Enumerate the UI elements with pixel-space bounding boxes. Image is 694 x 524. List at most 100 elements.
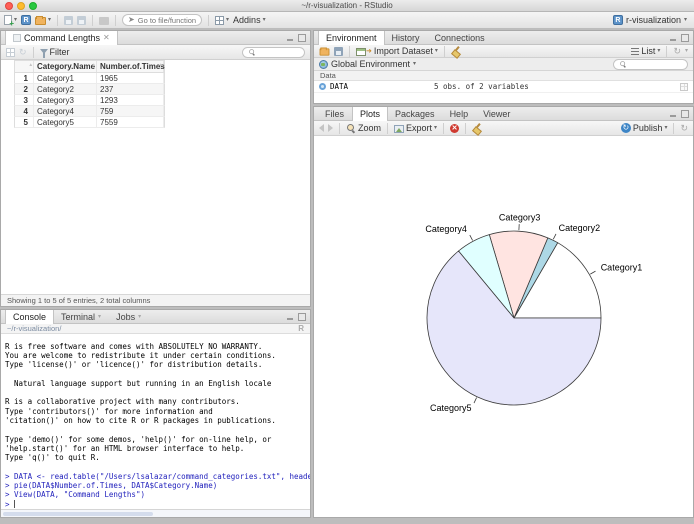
- object-summary: 5 obs. of 2 variables: [434, 82, 676, 91]
- list-view-button[interactable]: List ▾: [631, 46, 660, 56]
- clear-objects-broom-icon[interactable]: [451, 46, 461, 56]
- row-number: 2: [15, 84, 34, 94]
- viewer-search-box[interactable]: [242, 47, 305, 58]
- close-icon[interactable]: ✕: [103, 34, 110, 42]
- load-workspace-icon[interactable]: [320, 48, 330, 55]
- zoom-plot-button[interactable]: Zoom: [346, 123, 381, 133]
- tab-connections[interactable]: Connections: [428, 31, 493, 44]
- list-label: List: [641, 46, 655, 56]
- plots-tab-label: Plots: [360, 109, 380, 119]
- environment-search-box[interactable]: [613, 59, 688, 70]
- goto-arrow-icon: ➤: [128, 16, 135, 24]
- chevron-down-icon: ▾: [48, 17, 51, 23]
- chevron-down-icon: ▾: [14, 17, 17, 23]
- project-selector[interactable]: R r-visualization ▾: [613, 15, 690, 25]
- plots-pane: Files Plots Packages Help Viewer Zoom Ex: [313, 106, 694, 518]
- minimize-pane-button[interactable]: [286, 34, 294, 42]
- plots-tabstrip: Files Plots Packages Help Viewer: [314, 107, 693, 121]
- tab-plots[interactable]: Plots: [352, 107, 388, 121]
- column-header[interactable]: ▴Category.Name: [34, 61, 97, 72]
- export-image-icon: [394, 125, 404, 133]
- table-body: 1Category119652Category22373Category3129…: [14, 73, 165, 128]
- column-header[interactable]: ▴Number.of.Times: [97, 61, 164, 72]
- refresh-icon[interactable]: ↻: [680, 124, 688, 133]
- import-dataset-button[interactable]: ➜ Import Dataset ▾: [356, 46, 438, 56]
- viewer-search-input[interactable]: [259, 49, 300, 56]
- import-arrow-icon: ➜: [366, 47, 372, 55]
- table-row[interactable]: 3Category31293: [14, 95, 165, 106]
- open-in-window-icon[interactable]: [6, 48, 15, 57]
- chevron-down-icon: ▾: [413, 61, 416, 67]
- tab-viewer[interactable]: Viewer: [476, 107, 518, 120]
- filter-button[interactable]: Filter: [40, 47, 70, 57]
- table-row[interactable]: 1Category11965: [14, 73, 165, 84]
- tab-terminal[interactable]: Terminal ▾: [54, 310, 109, 323]
- goto-file-input[interactable]: [138, 16, 196, 25]
- toolbar-separator: [465, 123, 466, 134]
- table-cell: Category1: [34, 73, 97, 83]
- maximize-pane-button[interactable]: [681, 110, 689, 118]
- save-button[interactable]: [64, 16, 73, 25]
- pie-label: Category3: [499, 213, 541, 223]
- refresh-icon[interactable]: ↻: [673, 47, 681, 56]
- tab-packages[interactable]: Packages: [388, 107, 443, 120]
- console-output[interactable]: Platform: x86_64-apple-darwin15.6.0 (64-…: [1, 335, 310, 509]
- open-file-button[interactable]: ▾: [35, 15, 51, 25]
- addins-button[interactable]: Addins ▾: [233, 15, 266, 25]
- tab-command-lengths[interactable]: Command Lengths ✕: [5, 31, 118, 45]
- data-section-header: Data: [314, 71, 693, 81]
- console-output-line: R is a collaborative project with many c…: [5, 397, 306, 406]
- data-frame-icon: [13, 34, 21, 42]
- new-file-icon: [4, 15, 12, 25]
- tab-environment[interactable]: Environment: [318, 31, 385, 45]
- table-row[interactable]: 5Category57559: [14, 117, 165, 128]
- print-button[interactable]: [99, 15, 109, 25]
- print-icon: [99, 17, 109, 25]
- maximize-pane-button[interactable]: [681, 34, 689, 42]
- console-horizontal-scrollbar[interactable]: [1, 509, 310, 517]
- publish-button[interactable]: ↻ Publish ▾: [621, 123, 668, 133]
- clear-all-plots-broom-icon[interactable]: [472, 123, 482, 133]
- console-input-line: > View(DATA, "Command Lengths"): [5, 490, 306, 499]
- table-cell: 237: [97, 84, 164, 94]
- minimize-pane-button[interactable]: [669, 34, 677, 42]
- scrollbar-thumb[interactable]: [3, 512, 153, 516]
- maximize-pane-button[interactable]: [298, 34, 306, 42]
- previous-plot-icon[interactable]: [319, 124, 324, 132]
- console-output-line: [5, 425, 306, 434]
- pane-layout-icon: [215, 16, 224, 25]
- minimize-pane-button[interactable]: [669, 110, 677, 118]
- save-all-button[interactable]: [77, 16, 86, 25]
- console-output-line: 'help.start()' for an HTML browser inter…: [5, 444, 306, 453]
- goto-file-search[interactable]: ➤: [122, 14, 202, 26]
- refresh-icon[interactable]: ↻: [19, 48, 27, 57]
- minimize-pane-button[interactable]: [286, 313, 294, 321]
- table-row[interactable]: 4Category4759: [14, 106, 165, 117]
- pane-layout-button[interactable]: ▾: [215, 16, 229, 25]
- environment-scope[interactable]: Global Environment: [331, 59, 410, 69]
- environment-object-row[interactable]: DATA 5 obs. of 2 variables: [314, 81, 693, 93]
- new-project-button[interactable]: R: [21, 15, 31, 25]
- toolbar-separator: [208, 15, 209, 26]
- export-plot-button[interactable]: Export ▾: [394, 123, 437, 133]
- pie-label: Category1: [601, 262, 643, 272]
- save-workspace-icon[interactable]: [334, 47, 343, 56]
- row-number-header[interactable]: ▴: [15, 61, 34, 72]
- tab-files[interactable]: Files: [318, 107, 352, 120]
- tab-help[interactable]: Help: [443, 107, 477, 120]
- tab-jobs[interactable]: Jobs ▾: [109, 310, 149, 323]
- maximize-pane-button[interactable]: [298, 313, 306, 321]
- row-number: 5: [15, 117, 34, 127]
- list-icon: [631, 48, 639, 55]
- table-row[interactable]: 2Category2237: [14, 84, 165, 95]
- tab-console[interactable]: Console: [5, 310, 54, 324]
- environment-search-input[interactable]: [630, 61, 683, 68]
- help-tab-label: Help: [450, 109, 469, 119]
- next-plot-icon[interactable]: [328, 124, 333, 132]
- open-folder-icon: [35, 17, 46, 25]
- tab-history[interactable]: History: [385, 31, 428, 44]
- console-input-line: > pie(DATA$Number.of.Times, DATA$Categor…: [5, 481, 306, 490]
- view-table-icon[interactable]: [680, 83, 688, 91]
- new-file-button[interactable]: ▾: [4, 15, 17, 25]
- remove-plot-icon[interactable]: ✕: [450, 124, 459, 133]
